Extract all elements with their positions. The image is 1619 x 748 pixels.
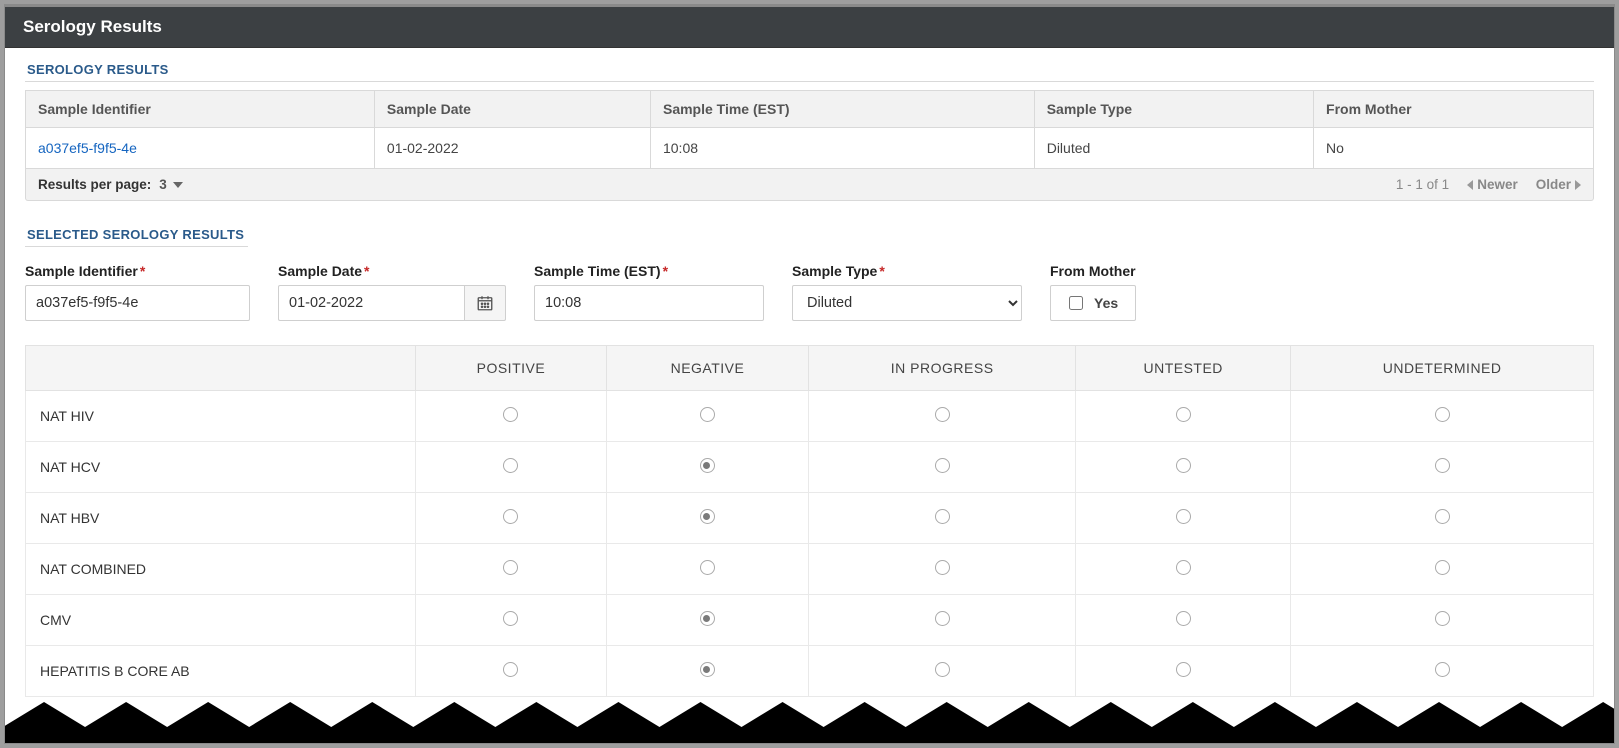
label-sample-time: Sample Time (EST)* <box>534 263 764 279</box>
calendar-icon <box>476 294 494 312</box>
result-radio[interactable] <box>700 509 715 524</box>
cell-sample-date: 01-02-2022 <box>374 128 650 169</box>
result-radio[interactable] <box>1435 407 1450 422</box>
result-radio[interactable] <box>1435 458 1450 473</box>
result-radio[interactable] <box>700 407 715 422</box>
serology-tests-table: POSITIVENEGATIVEIN PROGRESSUNTESTEDUNDET… <box>25 345 1594 697</box>
result-radio[interactable] <box>503 611 518 626</box>
result-radio[interactable] <box>700 611 715 626</box>
page-title: Serology Results <box>5 7 1614 48</box>
pagination-bar: Results per page: 3 1 - 1 of 1 Newer Old… <box>25 169 1594 201</box>
result-radio[interactable] <box>503 407 518 422</box>
result-radio[interactable] <box>1176 509 1191 524</box>
sample-id-input[interactable] <box>25 285 250 321</box>
result-radio[interactable] <box>935 458 950 473</box>
torn-page-edge <box>5 697 1614 743</box>
label-sample-id: Sample Identifier* <box>25 263 250 279</box>
from-mother-checkbox-wrap[interactable]: Yes <box>1050 285 1136 321</box>
test-name: HEPATITIS B CORE AB <box>26 646 416 697</box>
label-from-mother: From Mother <box>1050 263 1136 279</box>
result-radio[interactable] <box>700 662 715 677</box>
col-sample-date[interactable]: Sample Date <box>374 91 650 128</box>
col-sample-type[interactable]: Sample Type <box>1034 91 1313 128</box>
result-radio[interactable] <box>1435 662 1450 677</box>
test-row: NAT COMBINED <box>26 544 1594 595</box>
cell-sample-time: 10:08 <box>650 128 1034 169</box>
cell-from-mother: No <box>1314 128 1594 169</box>
result-radio[interactable] <box>700 560 715 575</box>
table-row: a037ef5-f9f5-4e 01-02-2022 10:08 Diluted… <box>26 128 1594 169</box>
sample-type-select[interactable]: Diluted <box>792 285 1022 321</box>
results-per-page-label: Results per page: <box>38 177 151 192</box>
result-radio[interactable] <box>935 611 950 626</box>
pagination-range: 1 - 1 of 1 <box>1396 177 1449 192</box>
chevron-right-icon <box>1575 180 1581 190</box>
from-mother-yes-label: Yes <box>1094 295 1118 311</box>
result-radio[interactable] <box>1176 458 1191 473</box>
test-name: NAT HIV <box>26 391 416 442</box>
test-row: HEPATITIS B CORE AB <box>26 646 1594 697</box>
chevron-left-icon <box>1467 180 1473 190</box>
result-col-untested: UNTESTED <box>1076 346 1291 391</box>
result-radio[interactable] <box>935 662 950 677</box>
result-radio[interactable] <box>503 509 518 524</box>
col-sample-id[interactable]: Sample Identifier <box>26 91 375 128</box>
col-from-mother[interactable]: From Mother <box>1314 91 1594 128</box>
label-sample-type: Sample Type* <box>792 263 1022 279</box>
older-button[interactable]: Older <box>1536 177 1581 192</box>
test-row: NAT HIV <box>26 391 1594 442</box>
results-table: Sample Identifier Sample Date Sample Tim… <box>25 90 1594 169</box>
test-name: CMV <box>26 595 416 646</box>
test-name: NAT COMBINED <box>26 544 416 595</box>
result-radio[interactable] <box>935 560 950 575</box>
newer-label: Newer <box>1477 177 1518 192</box>
result-radio[interactable] <box>503 458 518 473</box>
test-name: NAT HBV <box>26 493 416 544</box>
calendar-button[interactable] <box>464 285 506 321</box>
section-title-selected-serology: SELECTED SEROLOGY RESULTS <box>25 219 248 247</box>
cell-sample-type: Diluted <box>1034 128 1313 169</box>
result-radio[interactable] <box>1435 560 1450 575</box>
results-per-page-select[interactable]: 3 <box>159 177 183 192</box>
results-per-page-value: 3 <box>159 177 167 192</box>
result-radio[interactable] <box>503 662 518 677</box>
result-radio[interactable] <box>700 458 715 473</box>
result-radio[interactable] <box>1435 509 1450 524</box>
result-col-undetermined: UNDETERMINED <box>1291 346 1594 391</box>
sample-time-input[interactable] <box>534 285 764 321</box>
label-sample-date: Sample Date* <box>278 263 506 279</box>
result-col-negative: NEGATIVE <box>606 346 808 391</box>
result-col-in-progress: IN PROGRESS <box>809 346 1076 391</box>
test-row: NAT HBV <box>26 493 1594 544</box>
newer-button[interactable]: Newer <box>1467 177 1518 192</box>
test-row: CMV <box>26 595 1594 646</box>
result-radio[interactable] <box>1435 611 1450 626</box>
older-label: Older <box>1536 177 1571 192</box>
test-row: NAT HCV <box>26 442 1594 493</box>
result-radio[interactable] <box>935 509 950 524</box>
section-title-serology-results: SEROLOGY RESULTS <box>25 54 1594 82</box>
col-sample-time[interactable]: Sample Time (EST) <box>650 91 1034 128</box>
sample-id-link[interactable]: a037ef5-f9f5-4e <box>38 140 137 156</box>
selected-sample-form: Sample Identifier* Sample Date* <box>25 263 1594 321</box>
test-name: NAT HCV <box>26 442 416 493</box>
result-radio[interactable] <box>1176 662 1191 677</box>
result-col-positive: POSITIVE <box>416 346 607 391</box>
result-radio[interactable] <box>503 560 518 575</box>
from-mother-checkbox[interactable] <box>1069 296 1083 310</box>
chevron-down-icon <box>173 182 183 188</box>
result-radio[interactable] <box>1176 611 1191 626</box>
result-radio[interactable] <box>935 407 950 422</box>
sample-date-input[interactable] <box>278 285 464 321</box>
result-radio[interactable] <box>1176 560 1191 575</box>
result-radio[interactable] <box>1176 407 1191 422</box>
